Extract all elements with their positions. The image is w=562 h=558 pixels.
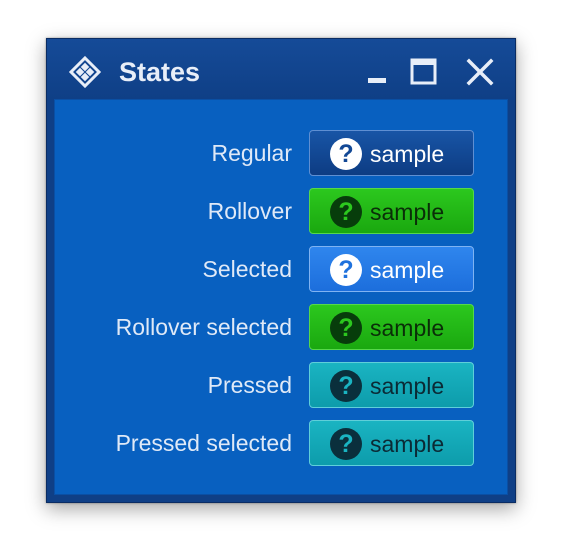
window-title: States — [119, 57, 201, 87]
sample-button-regular[interactable]: ? sample — [309, 130, 474, 176]
minimize-icon — [368, 78, 386, 83]
state-label: Rollover — [207, 198, 292, 224]
minimize-button[interactable] — [363, 57, 393, 87]
question-icon: ? — [330, 254, 362, 286]
question-icon: ? — [330, 428, 362, 460]
state-row-regular: Regular ? sample — [55, 130, 507, 176]
state-label: Rollover selected — [115, 314, 292, 340]
sample-button-rollover-selected[interactable]: ? sample — [309, 304, 474, 350]
diamond-grid-icon — [68, 55, 102, 89]
maximize-button[interactable] — [409, 57, 439, 87]
state-row-pressed: Pressed ? sample — [55, 362, 507, 408]
sample-button-label: sample — [370, 199, 445, 225]
sample-button-label: sample — [370, 373, 445, 399]
state-label: Selected — [202, 256, 292, 282]
state-row-pressed-selected: Pressed selected ? sample — [55, 420, 507, 466]
states-panel: Regular ? sample Rollover ? sample Selec… — [54, 99, 508, 495]
sample-button-label: sample — [370, 315, 445, 341]
sample-button-label: sample — [370, 141, 445, 167]
question-icon: ? — [330, 138, 362, 170]
close-icon — [466, 58, 494, 86]
state-label: Regular — [211, 140, 292, 166]
sample-button-pressed-selected[interactable]: ? sample — [309, 420, 474, 466]
question-icon: ? — [330, 312, 362, 344]
sample-button-pressed[interactable]: ? sample — [309, 362, 474, 408]
question-icon: ? — [330, 370, 362, 402]
title-bar[interactable]: States — [47, 39, 515, 99]
close-button[interactable] — [465, 57, 495, 87]
state-row-selected: Selected ? sample — [55, 246, 507, 292]
question-icon: ? — [330, 196, 362, 228]
sample-button-selected[interactable]: ? sample — [309, 246, 474, 292]
state-row-rollover-selected: Rollover selected ? sample — [55, 304, 507, 350]
state-row-rollover: Rollover ? sample — [55, 188, 507, 234]
maximize-icon — [410, 58, 437, 85]
sample-button-label: sample — [370, 431, 445, 457]
state-label: Pressed selected — [115, 430, 292, 456]
states-window: States Regular ? sample Rollover ? sampl… — [46, 38, 516, 503]
state-label: Pressed — [207, 372, 292, 398]
sample-button-rollover[interactable]: ? sample — [309, 188, 474, 234]
sample-button-label: sample — [370, 257, 445, 283]
